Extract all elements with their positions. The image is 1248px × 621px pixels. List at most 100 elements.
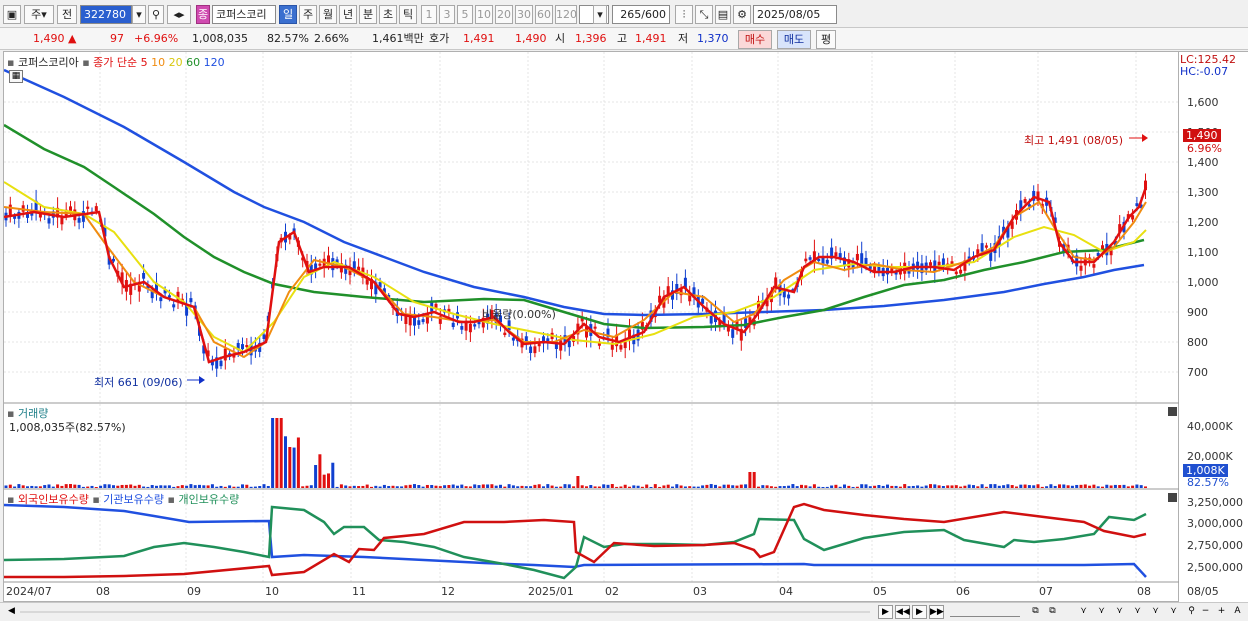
interval-20[interactable]: 20	[495, 5, 513, 24]
font-size-icon[interactable]: A	[1230, 605, 1245, 619]
volume-bar	[232, 486, 236, 488]
period-year[interactable]: 년	[339, 5, 357, 24]
buy-button[interactable]: 매수	[738, 30, 772, 49]
holding-y-tick: 3,250,000	[1187, 496, 1243, 509]
volume-bar	[490, 484, 494, 488]
volume-bar	[43, 485, 47, 488]
volume-bar	[421, 486, 425, 488]
period-month[interactable]: 월	[319, 5, 337, 24]
draw-tool-icon[interactable]: ⋎	[1166, 605, 1181, 619]
candle-body	[8, 204, 12, 216]
volume-bar	[709, 484, 713, 488]
volume-bar	[112, 485, 115, 488]
volume-bar	[378, 486, 382, 488]
play-icon[interactable]: ▶	[912, 605, 927, 619]
prev-button[interactable]: 전	[57, 5, 77, 24]
interval-10[interactable]: 10	[475, 5, 493, 24]
zoom-out-icon[interactable]: −	[1198, 605, 1213, 619]
pane-close-icon[interactable]	[1168, 407, 1177, 416]
interval-5[interactable]: 5	[457, 5, 473, 24]
low-price: 1,370	[697, 32, 729, 45]
search-icon[interactable]: ⚲	[148, 5, 164, 24]
fast-forward-icon[interactable]: ▶▶	[929, 605, 944, 619]
volume-bars	[4, 418, 1147, 488]
period-minute[interactable]: 분	[359, 5, 377, 24]
interval-60[interactable]: 60	[535, 5, 553, 24]
volume-bar	[886, 484, 889, 488]
volume-bar	[963, 485, 967, 488]
interval-30[interactable]: 30	[515, 5, 533, 24]
rewind-icon[interactable]: ◀◀	[895, 605, 910, 619]
volume-bar	[447, 485, 451, 488]
volume-bar	[791, 484, 795, 488]
period-tick[interactable]: 틱	[399, 5, 417, 24]
window-icon[interactable]: ⧉	[1028, 605, 1043, 619]
volume-bar	[606, 484, 610, 488]
stock-name-field[interactable]: 코퍼스코리	[212, 5, 276, 24]
candle-body	[223, 348, 227, 361]
period-second[interactable]: 초	[379, 5, 397, 24]
save-icon[interactable]: ▤	[715, 5, 731, 24]
volume-bar	[520, 485, 524, 488]
volume-bar	[288, 446, 292, 488]
volume-bar	[228, 485, 232, 488]
calendar-icon[interactable]: ▦	[9, 70, 23, 83]
volume-bar	[4, 485, 8, 488]
stock-code-input[interactable]: 322780	[80, 5, 132, 24]
volume-bar	[705, 484, 709, 488]
volume-bar	[722, 484, 726, 488]
volume-bar	[193, 485, 197, 488]
volume-bar	[748, 472, 752, 488]
period-day[interactable]: 일	[279, 5, 297, 24]
volume-bar	[1049, 484, 1053, 488]
scrollbar-track[interactable]	[20, 611, 870, 613]
zoom-in-icon[interactable]: +	[1214, 605, 1229, 619]
interval-120[interactable]: 120	[555, 5, 577, 24]
interval-3[interactable]: 3	[439, 5, 455, 24]
draw-tool-icon[interactable]: ⋎	[1112, 605, 1127, 619]
volume-bar	[1096, 486, 1100, 488]
volume-bar	[838, 486, 842, 488]
average-button[interactable]: 평	[816, 30, 836, 49]
zoom-slider[interactable]	[950, 607, 1020, 617]
scroll-left-icon[interactable]: ◀	[4, 605, 19, 619]
speaker-icon[interactable]: ◂▸	[167, 5, 191, 24]
gear-icon[interactable]: ⚙	[733, 5, 751, 24]
mode-select[interactable]: 주▾	[24, 5, 54, 24]
window-icon[interactable]: ⧉	[1045, 605, 1060, 619]
scroll-right-icon[interactable]: ▶	[878, 605, 893, 619]
draw-tool-icon[interactable]: ⋎	[1076, 605, 1091, 619]
count-field[interactable]: 265/600	[612, 5, 670, 24]
candle-type-icon[interactable]: ⫶	[675, 5, 693, 24]
chevron-down-icon[interactable]: ▾	[132, 5, 146, 24]
candle-body	[262, 334, 266, 339]
draw-tool-icon[interactable]: ⋎	[1130, 605, 1145, 619]
date-field[interactable]: 2025/08/05	[753, 5, 837, 24]
volume-bar	[933, 484, 937, 488]
volume-bar	[159, 485, 163, 488]
volume-bar	[417, 485, 421, 488]
chart-canvas	[4, 52, 1180, 583]
volume-bar	[1075, 484, 1079, 488]
pane-close-icon[interactable]	[1168, 493, 1177, 502]
draw-tool-icon[interactable]: ⋎	[1094, 605, 1109, 619]
chart-area[interactable]: ▪ 코퍼스코리아 ▪ 종가 단순 5 10 20 60 120 ▦ 최고 1,4…	[3, 51, 1180, 602]
volume-bar	[757, 486, 760, 488]
draw-tool-icon[interactable]: ⋎	[1148, 605, 1163, 619]
volume-bar	[907, 486, 911, 488]
ma20-line	[4, 181, 1147, 354]
x-label: 2024/07	[6, 585, 52, 598]
chevron-down-icon[interactable]: ▾	[593, 5, 607, 24]
sell-button[interactable]: 매도	[777, 30, 811, 49]
period-week[interactable]: 주	[299, 5, 317, 24]
layout-icon[interactable]: ▣	[3, 5, 21, 24]
stock-type-badge: 종	[196, 5, 210, 24]
ma60-label: 60	[186, 56, 201, 69]
volume-bar	[1040, 486, 1044, 488]
candle-body	[825, 259, 829, 264]
interval-1[interactable]: 1	[421, 5, 437, 24]
line-tool-icon[interactable]: ⤡	[695, 5, 713, 24]
price-change-pct: +6.96%	[134, 32, 179, 45]
search-icon[interactable]: ⚲	[1184, 605, 1199, 619]
candle-body	[503, 332, 507, 336]
